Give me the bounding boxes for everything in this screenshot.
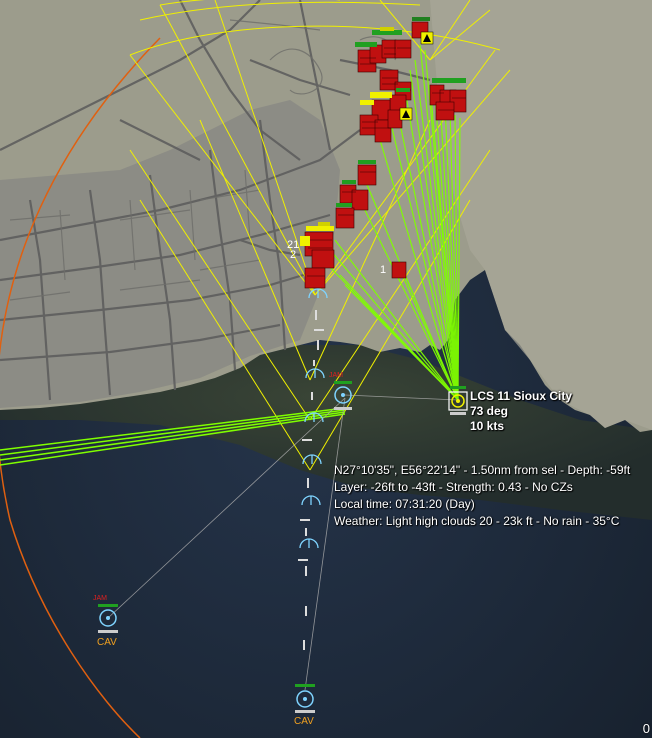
- cursor-info-panel: N27°10'35", E56°22'14" - 1.50nm from sel…: [334, 462, 652, 530]
- unit-name: LCS 11 Sioux City: [470, 389, 573, 403]
- selected-unit-label: LCS 11 Sioux City 73 deg 10 kts: [470, 389, 572, 434]
- cav-label-left: CAV: [97, 637, 117, 648]
- cursor-position: N27°10'35", E56°22'14" - 1.50nm from sel…: [334, 463, 631, 477]
- tactical-map[interactable]: 21 2 1 JAM JAM CAV CAV: [0, 0, 652, 738]
- unit-heading: 73 deg: [470, 404, 509, 418]
- cav-label-bottom: CAV: [294, 716, 314, 727]
- jam-label-left: JAM: [93, 595, 107, 602]
- unit-speed: 10 kts: [470, 419, 505, 433]
- contact-label-1: 1: [380, 264, 386, 276]
- corner-readout: 0: [642, 721, 650, 736]
- cursor-weather: Weather: Light high clouds 20 - 23k ft -…: [334, 514, 620, 528]
- jam-label-coast: JAM: [329, 372, 343, 379]
- cursor-local-time: Local time: 07:31:20 (Day): [334, 497, 475, 511]
- contact-label-2: 2: [290, 249, 296, 261]
- cursor-layer: Layer: -26ft to -43ft - Strength: 0.43 -…: [334, 480, 573, 494]
